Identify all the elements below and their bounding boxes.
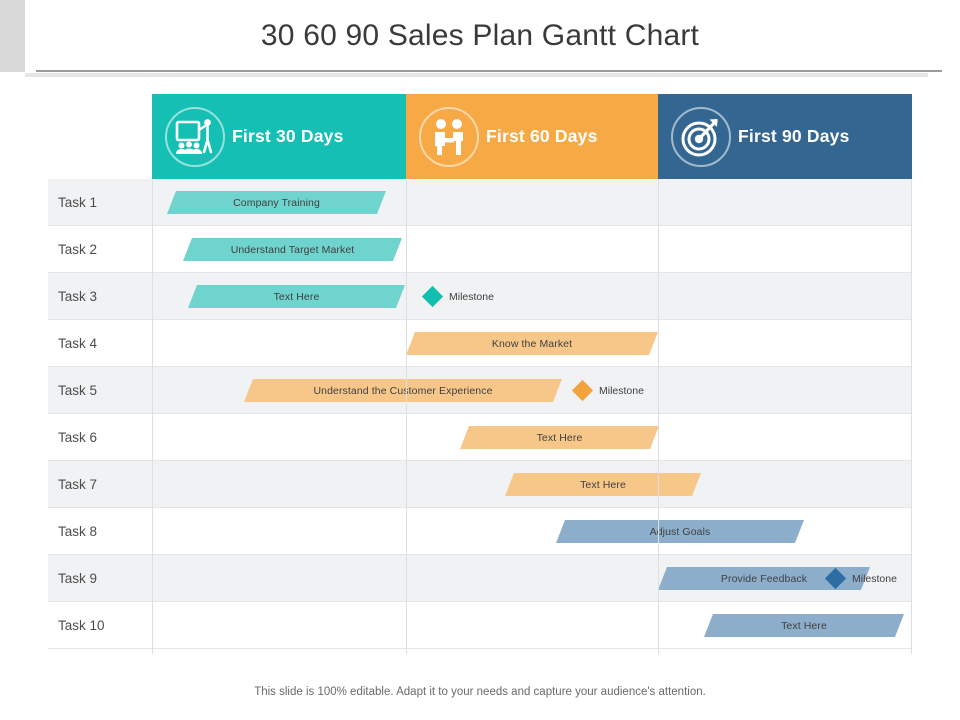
table-row[interactable]: Task 2 Understand Target Market	[48, 226, 912, 273]
task-label: Task 1	[58, 195, 98, 210]
phase-header-2[interactable]: First 60 Days	[406, 94, 658, 179]
column-separator-3	[658, 179, 659, 654]
phase-header-label: First 30 Days	[232, 126, 344, 146]
gantt-bar-label: Understand Target Market	[230, 243, 355, 256]
milestone-marker[interactable]: Milestone	[421, 285, 494, 308]
phase-header-1[interactable]: First 30 Days	[152, 94, 406, 179]
gantt-bar[interactable]: Company Training	[167, 191, 386, 214]
table-row[interactable]: Task 7 Text Here	[48, 461, 912, 508]
gantt-chart: First 30 Days First 60 Days First 90 Days …	[48, 94, 912, 654]
table-row[interactable]: Task 1 Company Training	[48, 179, 912, 226]
presentation-training-icon	[164, 106, 226, 168]
two-people-meeting-icon	[418, 106, 480, 168]
task-label: Task 2	[58, 242, 98, 257]
task-label: Task 8	[58, 524, 98, 539]
task-label: Task 9	[58, 571, 98, 586]
table-row[interactable]: Task 3 Text Here Milestone	[48, 273, 912, 320]
phase-header-label: First 90 Days	[738, 126, 850, 146]
table-row[interactable]: Task 6 Text Here	[48, 414, 912, 461]
gantt-bar-label: Know the Market	[491, 337, 573, 350]
gantt-bar-label: Company Training	[233, 196, 320, 209]
milestone-label: Milestone	[852, 572, 897, 585]
milestone-marker[interactable]: Milestone	[824, 567, 897, 590]
task-label: Task 6	[58, 430, 98, 445]
table-row[interactable]: Task 9 Provide Feedback Milestone	[48, 555, 912, 602]
diamond-icon	[824, 567, 847, 590]
title-band: 30 60 90 Sales Plan Gantt Chart	[0, 0, 960, 77]
task-label: Task 10	[58, 618, 105, 633]
column-separator-2	[406, 179, 407, 654]
footer-note: This slide is 100% editable. Adapt it to…	[254, 686, 706, 698]
milestone-label: Milestone	[449, 290, 494, 303]
gantt-bar[interactable]: Understand the Customer Experience	[244, 379, 562, 402]
table-row[interactable]: Task 5 Understand the Customer Experience…	[48, 367, 912, 414]
gantt-bar-label: Provide Feedback	[720, 572, 808, 585]
task-label: Task 7	[58, 477, 98, 492]
diamond-icon	[421, 285, 444, 308]
gantt-bar-label: Text Here	[536, 431, 583, 444]
table-row[interactable]: Task 4 Know the Market	[48, 320, 912, 367]
phase-header-label: First 60 Days	[486, 126, 598, 146]
gantt-bar[interactable]: Text Here	[460, 426, 659, 449]
gantt-bar[interactable]: Understand Target Market	[183, 238, 402, 261]
page-title: 30 60 90 Sales Plan Gantt Chart	[260, 19, 700, 52]
task-label: Task 3	[58, 289, 98, 304]
title-divider-shadow	[25, 73, 928, 77]
gantt-bar-label: Understand the Customer Experience	[313, 384, 493, 397]
milestone-marker[interactable]: Milestone	[571, 379, 644, 402]
gantt-bar[interactable]: Know the Market	[406, 332, 658, 355]
gantt-bar[interactable]: Adjust Goals	[556, 520, 804, 543]
table-row[interactable]: Task 10 Text Here	[48, 602, 912, 649]
milestone-label: Milestone	[599, 384, 644, 397]
gantt-bar-label: Text Here	[273, 290, 320, 303]
task-label: Task 4	[58, 336, 98, 351]
column-separator-1	[152, 179, 153, 654]
phase-header-3[interactable]: First 90 Days	[658, 94, 912, 179]
gantt-bar[interactable]: Text Here	[505, 473, 701, 496]
diamond-icon	[571, 379, 594, 402]
title-divider	[36, 70, 942, 72]
table-row[interactable]: Task 8 Adjust Goals	[48, 508, 912, 555]
gantt-bar[interactable]: Text Here	[704, 614, 904, 637]
column-separator-4	[911, 179, 912, 654]
gantt-grid-body: Task 1 Company Training Task 2 Understand T…	[48, 179, 912, 654]
task-label: Task 5	[58, 383, 98, 398]
title-left-accent-block	[0, 0, 25, 72]
gantt-bar-label: Text Here	[580, 478, 626, 491]
gantt-bar-label: Text Here	[781, 619, 827, 632]
gantt-bar[interactable]: Text Here	[188, 285, 405, 308]
target-arrow-icon	[670, 106, 732, 168]
phase-header-row: First 30 Days First 60 Days First 90 Days	[152, 94, 912, 179]
